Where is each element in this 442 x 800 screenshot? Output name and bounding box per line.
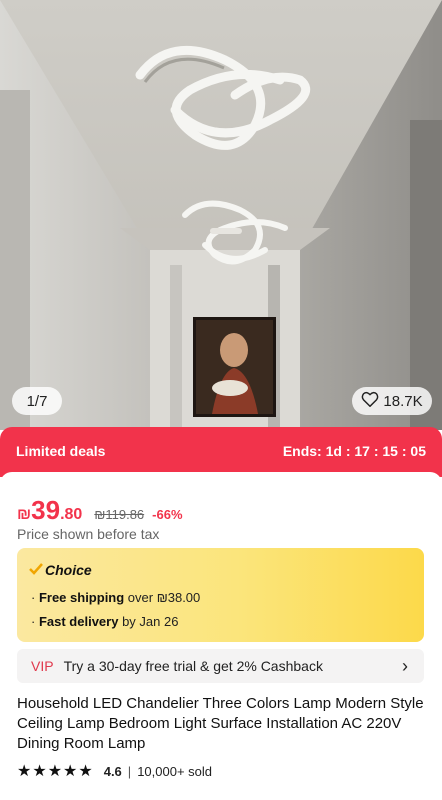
product-image[interactable] bbox=[0, 0, 442, 430]
discount-badge: -66% bbox=[152, 507, 183, 522]
countdown-timer: Ends: 1d : 17 : 15 : 05 bbox=[282, 443, 426, 459]
rating-row[interactable]: ★★★★★ 4.6 | 10,000+ sold bbox=[17, 761, 212, 781]
fast-delivery-detail: by Jan 26 bbox=[118, 614, 179, 629]
price-integer: 39 bbox=[31, 495, 61, 525]
free-shipping-detail: over ₪38.00 bbox=[124, 590, 201, 605]
fast-delivery-label: Fast delivery bbox=[38, 614, 119, 629]
chandelier-photo bbox=[0, 0, 442, 430]
heart-icon bbox=[361, 391, 379, 411]
limited-deals-banner: Limited deals Ends: 1d : 17 : 15 : 05 bbox=[0, 427, 442, 477]
divider: | bbox=[127, 763, 132, 779]
price-currency: ₪ bbox=[17, 506, 32, 523]
fast-delivery-line: · Fast delivery by Jan 26 bbox=[31, 614, 179, 629]
wishlist-button[interactable]: 18.7K bbox=[352, 387, 432, 415]
likes-count: 18.7K bbox=[383, 392, 423, 410]
check-icon bbox=[29, 562, 43, 578]
sold-count: 10,000+ sold bbox=[137, 763, 213, 779]
image-counter: 1/7 bbox=[12, 387, 62, 415]
tax-note: Price shown before tax bbox=[17, 526, 160, 542]
star-rating-icon: ★★★★★ bbox=[17, 763, 94, 780]
vip-offer-text: Try a 30-day free trial & get 2% Cashbac… bbox=[63, 658, 323, 674]
choice-card[interactable]: Choice · Free shipping over ₪38.00 · Fas… bbox=[17, 548, 424, 642]
vip-tag: VIP bbox=[31, 658, 54, 674]
original-price: ₪119.86 bbox=[94, 507, 145, 522]
chevron-right-icon: › bbox=[402, 656, 408, 676]
choice-label: Choice bbox=[45, 562, 92, 578]
image-counter-text: 1/7 bbox=[26, 392, 48, 410]
vip-cashback-banner[interactable]: VIP Try a 30-day free trial & get 2% Cas… bbox=[17, 649, 424, 683]
rating-score: 4.6 bbox=[103, 763, 122, 779]
price-decimal: .80 bbox=[60, 506, 83, 523]
product-title: Household LED Chandelier Three Colors La… bbox=[17, 695, 424, 752]
price-row: ₪ 39 .80 ₪119.86 -66% bbox=[17, 495, 183, 526]
limited-deals-label: Limited deals bbox=[16, 443, 106, 459]
free-shipping-label: Free shipping bbox=[38, 590, 125, 605]
choice-title: Choice bbox=[29, 562, 92, 578]
free-shipping-line: · Free shipping over ₪38.00 bbox=[31, 590, 201, 605]
